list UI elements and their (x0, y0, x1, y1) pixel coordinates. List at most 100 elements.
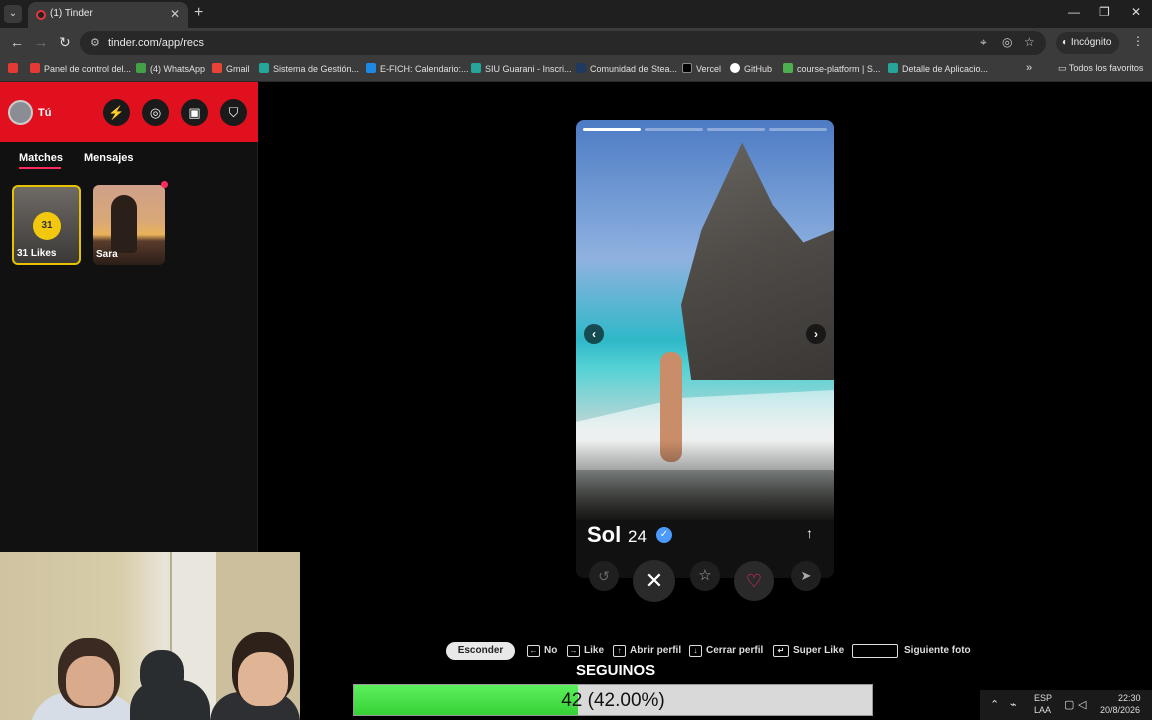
bookmark-label: Gmail (226, 64, 250, 74)
hint-label: Cerrar perfil (706, 645, 764, 656)
bookmark-favicon-icon (366, 63, 376, 73)
steam-icon (576, 63, 586, 73)
hint-label: No (544, 645, 558, 656)
tray-chevron-icon[interactable]: ⌃ (990, 698, 999, 711)
avatar[interactable] (8, 100, 33, 125)
star-icon: ☆ (698, 567, 712, 584)
clock-time[interactable]: 22:30 (1118, 693, 1141, 703)
photo-rock (681, 142, 834, 380)
tracking-protection-icon[interactable]: ◎ (1002, 35, 1012, 49)
previous-photo-icon[interactable]: ‹ (584, 324, 604, 344)
bookmark-item[interactable]: (4) WhatsApp (136, 63, 205, 74)
boost-icon[interactable]: ⚡ (103, 99, 130, 126)
clock-date[interactable]: 20/8/2026 (1100, 705, 1140, 715)
back-button[interactable]: ← (10, 34, 24, 50)
minimize-button[interactable]: — (1068, 5, 1080, 19)
bookmark-star-icon[interactable]: ☆ (1024, 35, 1035, 49)
language-bottom[interactable]: LAA (1034, 705, 1051, 715)
goal-progress-bar: 42 (42.00%) (353, 684, 873, 716)
reload-button[interactable]: ↻ (59, 34, 71, 51)
bookmark-item[interactable]: course-platform | S... (783, 63, 880, 74)
location-icon[interactable]: ⌖ (980, 35, 987, 50)
tinder-favicon-icon (36, 10, 46, 20)
profile-label[interactable]: Tú (38, 107, 51, 119)
photo-indicator-segment[interactable] (769, 128, 827, 131)
bookmark-label: course-platform | S... (797, 64, 881, 74)
rewind-icon: ↺ (598, 568, 610, 584)
bookmark-item[interactable]: GitHub (730, 63, 772, 74)
bookmark-item[interactable]: Sistema de Gestión... (259, 63, 359, 74)
hint-label: Super Like (793, 645, 845, 656)
bookmark-item[interactable]: Comunidad de Stea... (576, 63, 677, 74)
close-window-button[interactable]: ✕ (1131, 5, 1141, 19)
like-button[interactable]: ♡ (734, 561, 774, 601)
url-text[interactable]: tinder.com/app/recs (108, 37, 204, 49)
browser-tab-strip: ⌄ (1) Tinder ✕ + — ❐ ✕ (0, 0, 1152, 28)
restore-button[interactable]: ❐ (1099, 5, 1110, 19)
hide-hints-button[interactable]: Esconder (446, 642, 515, 660)
match-name: Sara (96, 249, 118, 260)
hint-no: ← No (527, 645, 557, 657)
webcam-person-2-head (140, 650, 184, 696)
bookmark-favicon-icon (471, 63, 481, 73)
photo-gradient (576, 440, 834, 520)
whatsapp-icon (136, 63, 146, 73)
bookmark-label: E-FICH: Calendario:... (380, 64, 469, 74)
address-bar[interactable]: ⚙ tinder.com/app/recs ⌖ ◎ ☆ (80, 31, 1046, 55)
briefcase-icon[interactable]: ▣ (181, 99, 208, 126)
follow-label: SEGUINOS (576, 662, 656, 679)
site-info-icon[interactable]: ⚙ (90, 36, 100, 49)
tab-search-button[interactable]: ⌄ (4, 5, 22, 23)
forward-button[interactable]: → (34, 34, 48, 50)
wifi-icon[interactable]: ▢ (1064, 698, 1074, 711)
nope-button[interactable]: ✕ (633, 560, 675, 602)
gmail-icon (212, 63, 222, 73)
next-photo-icon[interactable]: › (806, 324, 826, 344)
tinder-sidebar: Tú ⚡ ◎ ▣ ⛉ Matches Mensajes 31 31 Likes … (0, 82, 258, 552)
bookmark-label: SIU Guarani - Inscri... (485, 64, 572, 74)
super-like-button[interactable]: ☆ (690, 561, 720, 591)
bookmark-item[interactable]: Vercel (682, 63, 721, 74)
new-tab-button[interactable]: + (194, 4, 203, 22)
browser-tab[interactable]: (1) Tinder ✕ (28, 2, 188, 28)
browser-menu-icon[interactable]: ⋮ (1132, 34, 1144, 48)
more-bookmarks-icon[interactable]: » (1026, 62, 1032, 74)
photo-indicator-segment[interactable] (583, 128, 641, 131)
bookmark-item[interactable]: E-FICH: Calendario:... (366, 63, 469, 74)
progress-text: 42 (42.00%) (561, 690, 665, 711)
space-key-icon (852, 644, 898, 658)
browser-toolbar: ← → ↻ ⚙ tinder.com/app/recs ⌖ ◎ ☆ ◐ Incó… (0, 28, 1152, 58)
rewind-button[interactable]: ↺ (589, 561, 619, 591)
tab-matches[interactable]: Matches (19, 152, 63, 164)
paper-plane-icon: ➤ (800, 568, 812, 583)
up-arrow-key-icon: ↑ (613, 645, 626, 657)
open-profile-arrow-icon[interactable]: ↑ (806, 525, 813, 541)
profile-card[interactable]: ‹ › Sol 24 ✓ ↑ (576, 120, 834, 578)
volume-icon[interactable]: ◁ (1078, 698, 1086, 711)
profile-photo[interactable] (576, 120, 834, 520)
explore-compass-icon[interactable]: ◎ (142, 99, 169, 126)
bookmark-item[interactable]: Gmail (212, 63, 250, 74)
all-bookmarks-folder[interactable]: ▭ Todos los favoritos (1058, 63, 1143, 74)
photo-indicator-segment[interactable] (645, 128, 703, 131)
tab-messages[interactable]: Mensajes (84, 152, 134, 164)
safety-shield-icon[interactable]: ⛉ (220, 99, 247, 126)
hint-like: → Like (567, 645, 604, 657)
likes-count-badge: 31 (33, 212, 61, 240)
photo-indicator-segment[interactable] (707, 128, 765, 131)
language-top[interactable]: ESP (1034, 693, 1052, 703)
bookmark-item[interactable]: Detalle de Aplicacio... (888, 63, 988, 74)
send-button[interactable]: ➤ (791, 561, 821, 591)
bookmark-label: Comunidad de Stea... (590, 64, 678, 74)
incognito-indicator[interactable]: ◐ Incógnito (1056, 32, 1120, 54)
likes-you-card[interactable]: 31 31 Likes (12, 185, 81, 265)
heart-icon: ♡ (745, 571, 763, 591)
bookmark-item[interactable] (8, 63, 22, 74)
bookmark-item[interactable]: SIU Guarani - Inscri... (471, 63, 572, 74)
incognito-icon: ◐ (1062, 37, 1071, 48)
close-icon: ✕ (644, 568, 664, 593)
match-card[interactable]: Sara (93, 185, 165, 265)
network-icon[interactable]: ⌁ (1010, 698, 1017, 711)
tab-close-icon[interactable]: ✕ (170, 7, 180, 21)
bookmark-item[interactable]: Panel de control del... (30, 63, 131, 74)
